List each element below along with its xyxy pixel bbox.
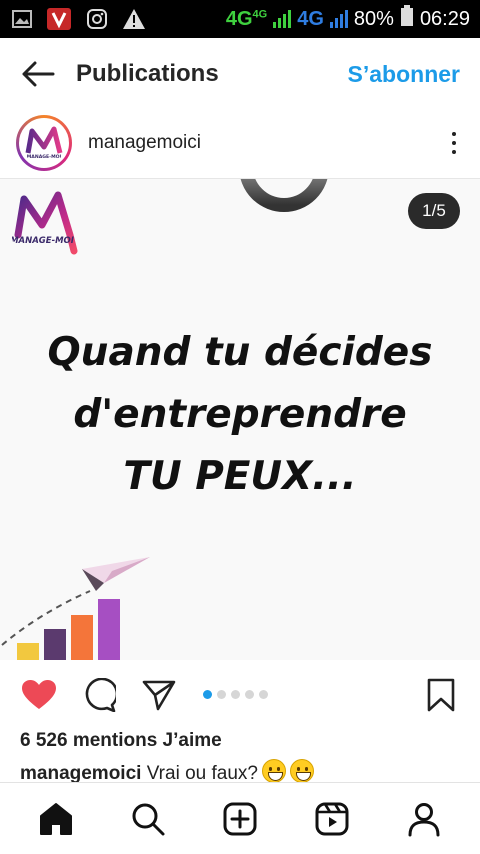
- post-image[interactable]: MANAGE-MOI 1/5 Quand tu décides d'entrep…: [0, 178, 480, 660]
- account-row: MANAGE-MOI managemoici: [0, 110, 480, 176]
- bar-3: [71, 615, 93, 660]
- subscribe-button[interactable]: S’abonner: [348, 61, 460, 88]
- carousel-dot: [245, 690, 254, 699]
- nav-search[interactable]: [126, 797, 170, 841]
- back-button[interactable]: [20, 56, 56, 92]
- comment-icon: [85, 678, 116, 712]
- caption-text: Vrai ou faux?: [146, 763, 258, 784]
- nav-profile[interactable]: [402, 797, 446, 841]
- status-bar: 4G4G 4G 80% 06:29: [0, 0, 480, 38]
- bar-2: [44, 629, 66, 660]
- growth-chart-illustration: [1, 557, 150, 660]
- nav-home[interactable]: [34, 797, 78, 841]
- post-headline: Quand tu décides d'entreprendre TU PEUX.…: [0, 322, 480, 508]
- nav-new-post[interactable]: [218, 797, 262, 841]
- save-button[interactable]: [422, 676, 460, 714]
- page-title: Publications: [76, 60, 219, 87]
- account-username[interactable]: managemoici: [88, 132, 201, 154]
- carousel-counter: 1/5: [408, 193, 460, 229]
- arrow-left-icon: [22, 61, 55, 87]
- bar-1: [17, 643, 39, 660]
- carousel-dot: [231, 690, 240, 699]
- battery-icon: [400, 5, 414, 33]
- search-icon: [132, 803, 165, 835]
- brand-logo: MANAGE-MOI: [10, 191, 78, 266]
- avatar[interactable]: MANAGE-MOI: [16, 115, 72, 171]
- ring-decoration: [240, 179, 328, 212]
- comment-button[interactable]: [80, 676, 118, 714]
- bar-4: [98, 599, 120, 660]
- home-icon: [40, 802, 72, 835]
- gallery-icon: [12, 10, 32, 28]
- vlc-icon: [46, 7, 72, 31]
- bookmark-icon: [427, 678, 455, 712]
- signal-icon: [273, 10, 292, 28]
- header: Publications S’abonner: [0, 38, 480, 110]
- brand-logo-icon: MANAGE-MOI: [25, 126, 63, 160]
- likes-count[interactable]: 6 526 mentions J’aime: [20, 730, 222, 752]
- reels-icon: [315, 802, 349, 835]
- carousel-dot: [217, 690, 226, 699]
- more-options-icon[interactable]: [444, 128, 464, 158]
- headline-line-1: Quand tu décides: [47, 330, 433, 375]
- carousel-dot: [259, 690, 268, 699]
- share-button[interactable]: [140, 676, 178, 714]
- grinning-emoji-icon: [261, 759, 286, 783]
- bottom-nav: [0, 782, 480, 854]
- battery-level: 80%: [353, 7, 394, 30]
- nav-reels[interactable]: [310, 797, 354, 841]
- signal-icon-2: [329, 10, 348, 28]
- svg-text:MANAGE-MOI: MANAGE-MOI: [27, 154, 62, 160]
- warning-icon: [122, 8, 146, 30]
- paper-plane-icon: [82, 557, 150, 591]
- clock: 06:29: [419, 7, 470, 30]
- grinning-emoji-icon: [289, 759, 314, 783]
- svg-text:MANAGE-MOI: MANAGE-MOI: [12, 236, 74, 246]
- carousel-dots: [203, 690, 268, 699]
- headline-line-2: d'entreprendre: [73, 392, 407, 437]
- like-button[interactable]: [20, 676, 58, 714]
- post-actions: [0, 664, 480, 726]
- network-type-1: 4G4G: [225, 7, 268, 30]
- new-post-icon: [223, 802, 257, 835]
- instagram-icon: [86, 8, 108, 30]
- send-icon: [142, 680, 176, 711]
- network-type-2: 4G: [297, 7, 324, 30]
- carousel-dot: [203, 690, 212, 699]
- profile-icon: [408, 802, 440, 836]
- headline-line-3: TU PEUX...: [123, 454, 357, 499]
- heart-icon: [22, 680, 56, 709]
- caption-username[interactable]: managemoici: [20, 763, 141, 784]
